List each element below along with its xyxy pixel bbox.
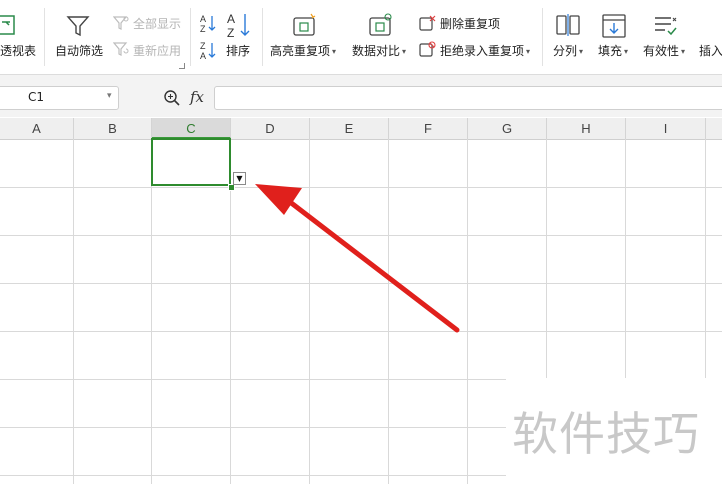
watermark-text: 软件技巧 [512, 407, 700, 461]
